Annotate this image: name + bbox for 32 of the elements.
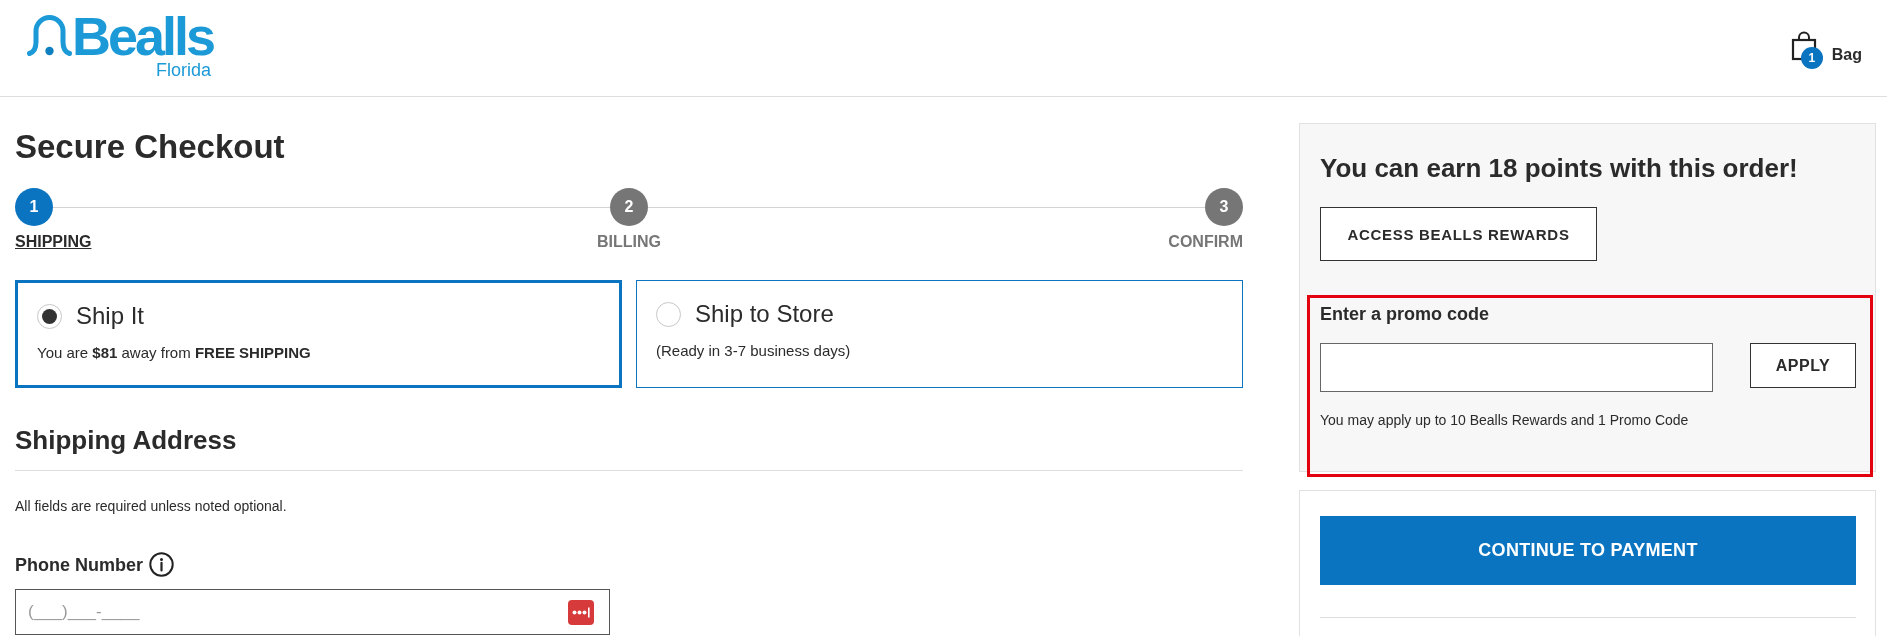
count-badge: 1 bbox=[1800, 47, 1823, 69]
page-title: Secure Checkout bbox=[15, 128, 286, 166]
shopping-bag-icon bbox=[1790, 31, 1817, 61]
arch-logo-icon bbox=[27, 14, 72, 56]
shipping-option-card[interactable]: Ship to Store (Ready in 3-7 business days) bbox=[636, 280, 1243, 388]
field-label: Phone Number bbox=[15, 553, 143, 577]
step-number: 3 bbox=[1205, 188, 1243, 226]
field-label: Enter a promo code bbox=[1320, 303, 1491, 326]
option-title: Ship It bbox=[76, 302, 145, 330]
rewards-button[interactable]: ACCESS BEALLS REWARDS bbox=[1320, 207, 1597, 261]
radio-button[interactable] bbox=[37, 303, 62, 329]
phone-input-field[interactable]: (___)___-____ bbox=[15, 589, 610, 635]
step-label: SHIPPING bbox=[15, 232, 92, 252]
info-icon[interactable] bbox=[149, 552, 174, 577]
section-heading: Shipping Address bbox=[15, 423, 238, 456]
bag-link[interactable]: 1 Bag bbox=[1790, 31, 1862, 69]
continue-button[interactable]: CONTINUE TO PAYMENT bbox=[1320, 516, 1856, 585]
option-note: (Ready in 3-7 business days) bbox=[656, 341, 852, 361]
option-note: You are $81 away from FREE SHIPPING bbox=[37, 343, 312, 363]
apply-button[interactable]: APPLY bbox=[1750, 343, 1856, 388]
step-number: 1 bbox=[15, 188, 53, 226]
step-number: 2 bbox=[610, 188, 648, 226]
shipping-option-card[interactable]: Ship It You are $81 away from FREE SHIPPING bbox=[15, 280, 622, 388]
required-fields-note: All fields are required unless noted optional. bbox=[15, 496, 288, 515]
rewards-heading: You can earn 18 points with this order! bbox=[1320, 152, 1799, 184]
promo-note: You may apply up to 10 Bealls Rewards and 1 Promo Code bbox=[1320, 411, 1690, 429]
option-title: Ship to Store bbox=[695, 300, 834, 328]
promo-code-field[interactable] bbox=[1320, 343, 1713, 392]
radio-button[interactable] bbox=[656, 301, 681, 327]
step-label: BILLING bbox=[597, 232, 661, 252]
step-label: CONFIRM bbox=[1168, 232, 1243, 252]
three-dots-icon[interactable] bbox=[568, 600, 594, 625]
